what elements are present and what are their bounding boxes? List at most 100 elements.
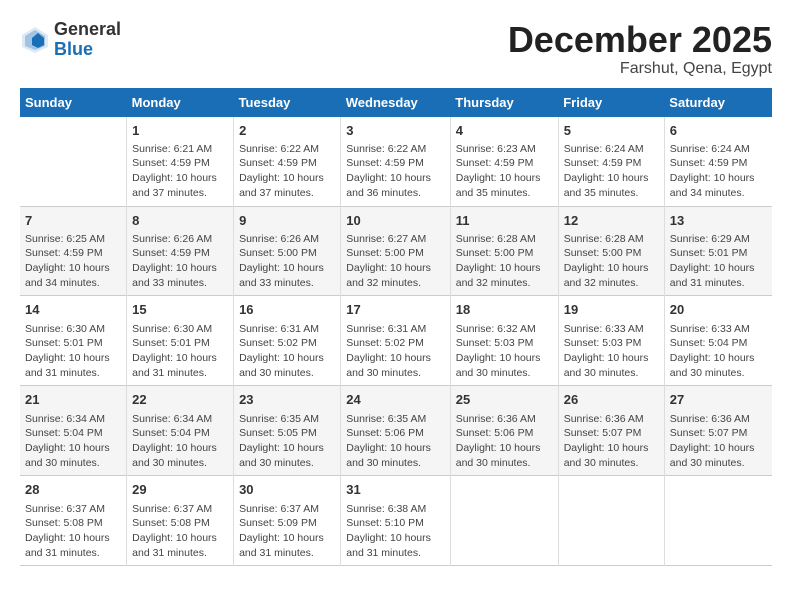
day-info: Sunrise: 6:33 AM Sunset: 5:04 PM Dayligh… [670, 322, 767, 381]
day-number: 27 [670, 391, 767, 409]
day-number: 30 [239, 481, 335, 499]
day-number: 17 [346, 301, 444, 319]
day-cell: 4 Sunrise: 6:23 AM Sunset: 4:59 PM Daylig… [450, 117, 558, 206]
day-cell: 5 Sunrise: 6:24 AM Sunset: 4:59 PM Daylig… [558, 117, 664, 206]
day-info: Sunrise: 6:37 AM Sunset: 5:08 PM Dayligh… [132, 502, 228, 561]
day-number: 21 [25, 391, 121, 409]
day-header-friday: Friday [558, 88, 664, 117]
day-info: Sunrise: 6:28 AM Sunset: 5:00 PM Dayligh… [456, 232, 553, 291]
day-number: 3 [346, 122, 444, 140]
day-cell: 11 Sunrise: 6:28 AM Sunset: 5:00 PM Dayli… [450, 206, 558, 296]
day-info: Sunrise: 6:36 AM Sunset: 5:07 PM Dayligh… [670, 412, 767, 471]
day-cell [20, 117, 127, 206]
day-cell [664, 476, 772, 566]
week-row-4: 21 Sunrise: 6:34 AM Sunset: 5:04 PM Dayli… [20, 386, 772, 476]
day-cell: 7 Sunrise: 6:25 AM Sunset: 4:59 PM Daylig… [20, 206, 127, 296]
day-info: Sunrise: 6:37 AM Sunset: 5:08 PM Dayligh… [25, 502, 121, 561]
day-number: 12 [564, 212, 659, 230]
day-cell [558, 476, 664, 566]
day-number: 31 [346, 481, 444, 499]
day-info: Sunrise: 6:22 AM Sunset: 4:59 PM Dayligh… [239, 142, 335, 201]
logo-icon [20, 25, 50, 55]
day-info: Sunrise: 6:31 AM Sunset: 5:02 PM Dayligh… [239, 322, 335, 381]
day-cell: 9Sunrise: 6:26 AM Sunset: 5:00 PM Daylig… [234, 206, 341, 296]
day-number: 14 [25, 301, 121, 319]
day-number: 5 [564, 122, 659, 140]
day-number: 28 [25, 481, 121, 499]
day-number: 13 [670, 212, 767, 230]
day-number: 11 [456, 212, 553, 230]
day-info: Sunrise: 6:26 AM Sunset: 4:59 PM Dayligh… [132, 232, 228, 291]
day-info: Sunrise: 6:23 AM Sunset: 4:59 PM Dayligh… [456, 142, 553, 201]
day-info: Sunrise: 6:25 AM Sunset: 4:59 PM Dayligh… [25, 232, 121, 291]
day-cell: 29 Sunrise: 6:37 AM Sunset: 5:08 PM Dayli… [127, 476, 234, 566]
day-number: 25 [456, 391, 553, 409]
day-number: 9 [239, 212, 335, 230]
day-info: Sunrise: 6:36 AM Sunset: 5:06 PM Dayligh… [456, 412, 553, 471]
day-cell: 23 Sunrise: 6:35 AM Sunset: 5:05 PM Dayli… [234, 386, 341, 476]
day-cell: 6Sunrise: 6:24 AM Sunset: 4:59 PM Daylig… [664, 117, 772, 206]
calendar-table: SundayMondayTuesdayWednesdayThursdayFrid… [20, 88, 772, 567]
week-row-2: 7 Sunrise: 6:25 AM Sunset: 4:59 PM Daylig… [20, 206, 772, 296]
day-cell: 16Sunrise: 6:31 AM Sunset: 5:02 PM Dayli… [234, 296, 341, 386]
day-cell: 15 Sunrise: 6:30 AM Sunset: 5:01 PM Dayli… [127, 296, 234, 386]
day-cell: 28 Sunrise: 6:37 AM Sunset: 5:08 PM Dayli… [20, 476, 127, 566]
day-cell: 18 Sunrise: 6:32 AM Sunset: 5:03 PM Dayli… [450, 296, 558, 386]
day-number: 18 [456, 301, 553, 319]
day-number: 26 [564, 391, 659, 409]
day-number: 20 [670, 301, 767, 319]
day-info: Sunrise: 6:36 AM Sunset: 5:07 PM Dayligh… [564, 412, 659, 471]
day-cell: 19Sunrise: 6:33 AM Sunset: 5:03 PM Dayli… [558, 296, 664, 386]
day-number: 8 [132, 212, 228, 230]
day-header-thursday: Thursday [450, 88, 558, 117]
day-cell: 25 Sunrise: 6:36 AM Sunset: 5:06 PM Dayli… [450, 386, 558, 476]
day-cell: 31 Sunrise: 6:38 AM Sunset: 5:10 PM Dayli… [341, 476, 450, 566]
day-cell: 13Sunrise: 6:29 AM Sunset: 5:01 PM Dayli… [664, 206, 772, 296]
day-cell: 20 Sunrise: 6:33 AM Sunset: 5:04 PM Dayli… [664, 296, 772, 386]
day-info: Sunrise: 6:27 AM Sunset: 5:00 PM Dayligh… [346, 232, 444, 291]
day-info: Sunrise: 6:21 AM Sunset: 4:59 PM Dayligh… [132, 142, 228, 201]
day-info: Sunrise: 6:38 AM Sunset: 5:10 PM Dayligh… [346, 502, 444, 561]
day-number: 19 [564, 301, 659, 319]
location: Farshut, Qena, Egypt [508, 60, 772, 78]
day-cell: 14 Sunrise: 6:30 AM Sunset: 5:01 PM Dayli… [20, 296, 127, 386]
day-info: Sunrise: 6:24 AM Sunset: 4:59 PM Dayligh… [670, 142, 767, 201]
day-number: 10 [346, 212, 444, 230]
day-cell: 21Sunrise: 6:34 AM Sunset: 5:04 PM Dayli… [20, 386, 127, 476]
day-number: 4 [456, 122, 553, 140]
day-info: Sunrise: 6:22 AM Sunset: 4:59 PM Dayligh… [346, 142, 444, 201]
header-row: SundayMondayTuesdayWednesdayThursdayFrid… [20, 88, 772, 117]
day-info: Sunrise: 6:30 AM Sunset: 5:01 PM Dayligh… [25, 322, 121, 381]
day-number: 1 [132, 122, 228, 140]
day-info: Sunrise: 6:31 AM Sunset: 5:02 PM Dayligh… [346, 322, 444, 381]
day-cell: 10 Sunrise: 6:27 AM Sunset: 5:00 PM Dayli… [341, 206, 450, 296]
day-cell: 3 Sunrise: 6:22 AM Sunset: 4:59 PM Daylig… [341, 117, 450, 206]
day-number: 24 [346, 391, 444, 409]
day-info: Sunrise: 6:24 AM Sunset: 4:59 PM Dayligh… [564, 142, 659, 201]
day-info: Sunrise: 6:32 AM Sunset: 5:03 PM Dayligh… [456, 322, 553, 381]
day-info: Sunrise: 6:30 AM Sunset: 5:01 PM Dayligh… [132, 322, 228, 381]
day-cell: 27 Sunrise: 6:36 AM Sunset: 5:07 PM Dayli… [664, 386, 772, 476]
day-info: Sunrise: 6:35 AM Sunset: 5:05 PM Dayligh… [239, 412, 335, 471]
month-title: December 2025 [508, 20, 772, 60]
day-cell: 12 Sunrise: 6:28 AM Sunset: 5:00 PM Dayli… [558, 206, 664, 296]
day-number: 29 [132, 481, 228, 499]
day-header-sunday: Sunday [20, 88, 127, 117]
day-number: 7 [25, 212, 121, 230]
day-cell: 24 Sunrise: 6:35 AM Sunset: 5:06 PM Dayli… [341, 386, 450, 476]
week-row-5: 28 Sunrise: 6:37 AM Sunset: 5:08 PM Dayli… [20, 476, 772, 566]
day-cell: 17 Sunrise: 6:31 AM Sunset: 5:02 PM Dayli… [341, 296, 450, 386]
logo-text: General Blue [54, 20, 121, 60]
day-number: 23 [239, 391, 335, 409]
day-cell: 26 Sunrise: 6:36 AM Sunset: 5:07 PM Dayli… [558, 386, 664, 476]
day-info: Sunrise: 6:34 AM Sunset: 5:04 PM Dayligh… [132, 412, 228, 471]
day-cell: 2Sunrise: 6:22 AM Sunset: 4:59 PM Daylig… [234, 117, 341, 206]
logo: General Blue [20, 20, 121, 60]
title-block: December 2025 Farshut, Qena, Egypt [508, 20, 772, 78]
day-cell [450, 476, 558, 566]
day-info: Sunrise: 6:28 AM Sunset: 5:00 PM Dayligh… [564, 232, 659, 291]
day-info: Sunrise: 6:35 AM Sunset: 5:06 PM Dayligh… [346, 412, 444, 471]
day-number: 15 [132, 301, 228, 319]
week-row-1: 1 Sunrise: 6:21 AM Sunset: 4:59 PM Daylig… [20, 117, 772, 206]
day-number: 22 [132, 391, 228, 409]
